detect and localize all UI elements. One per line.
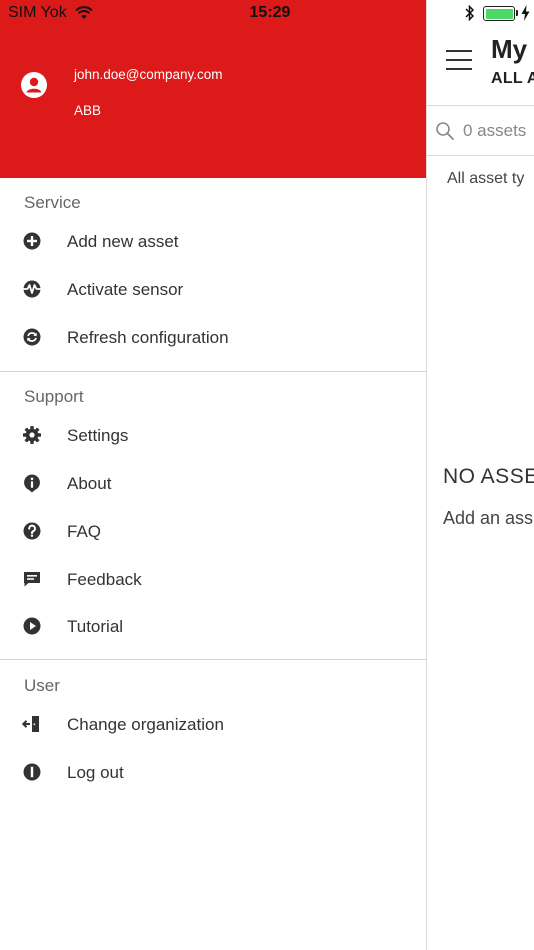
section-title-service: Service <box>24 193 81 212</box>
plus-circle-icon <box>23 232 41 250</box>
divider <box>427 155 534 156</box>
menu-item-change-organization[interactable]: Change organization <box>0 701 426 749</box>
empty-state-text: Add an ass <box>443 508 534 528</box>
menu-item-label: Add new asset <box>67 232 179 251</box>
menu-item-activate-sensor[interactable]: Activate sensor <box>0 266 426 314</box>
menu-item-label: Refresh configuration <box>67 328 229 347</box>
refresh-icon <box>23 328 41 346</box>
gear-icon <box>23 426 41 444</box>
divider <box>0 371 426 372</box>
menu-item-label: Change organization <box>67 715 224 734</box>
status-time: 15:29 <box>249 4 291 21</box>
battery-icon <box>483 6 515 21</box>
play-icon <box>23 617 41 635</box>
menu-item-label: Settings <box>67 426 129 445</box>
divider <box>0 659 426 660</box>
info-marker-icon <box>24 474 40 493</box>
door-exit-icon <box>22 716 39 732</box>
menu-item-label: Log out <box>67 763 124 782</box>
navigation-drawer: SIM Yok 15:29 john.doe@company.com ABB S… <box>0 0 426 950</box>
menu-item-log-out[interactable]: Log out <box>0 749 426 797</box>
hamburger-menu-icon[interactable] <box>446 50 472 77</box>
charging-bolt-icon <box>521 5 530 21</box>
menu-item-add-new-asset[interactable]: Add new asset <box>0 218 426 266</box>
menu-item-tutorial[interactable]: Tutorial <box>0 603 426 651</box>
drawer-header: SIM Yok 15:29 john.doe@company.com ABB <box>0 0 426 178</box>
menu-item-feedback[interactable]: Feedback <box>0 556 426 604</box>
menu-item-about[interactable]: About <box>0 460 426 508</box>
search-icon <box>436 122 454 140</box>
menu-item-label: Feedback <box>67 570 142 589</box>
menu-item-label: FAQ <box>67 522 102 541</box>
pulse-icon <box>23 280 41 298</box>
menu-item-faq[interactable]: FAQ <box>0 508 426 556</box>
menu-item-settings[interactable]: Settings <box>0 412 426 460</box>
user-organization: ABB <box>74 103 102 118</box>
question-icon <box>23 522 41 540</box>
asset-type-filter[interactable]: All asset ty <box>447 170 524 188</box>
menu-item-label: About <box>67 474 112 493</box>
avatar[interactable] <box>21 72 47 98</box>
page-title: My ( <box>491 34 534 64</box>
bluetooth-icon <box>465 5 475 21</box>
section-title-support: Support <box>24 387 84 406</box>
chat-icon <box>24 572 40 587</box>
alert-circle-icon <box>23 763 41 781</box>
page-subtitle: ALL A <box>491 70 534 87</box>
divider <box>427 105 534 106</box>
status-bar-right <box>427 0 534 26</box>
empty-state-title: NO ASSE <box>443 465 534 488</box>
menu-item-refresh-configuration[interactable]: Refresh configuration <box>0 314 426 362</box>
user-email: john.doe@company.com <box>74 67 223 82</box>
main-screen: My ( ALL A 0 assets All asset ty NO ASSE… <box>426 0 534 950</box>
user-icon <box>26 77 42 93</box>
search-input[interactable]: 0 assets <box>463 121 526 141</box>
battery-tip <box>516 10 518 16</box>
menu-item-label: Tutorial <box>67 617 124 636</box>
section-title-user: User <box>24 676 60 695</box>
menu-item-label: Activate sensor <box>67 280 184 299</box>
